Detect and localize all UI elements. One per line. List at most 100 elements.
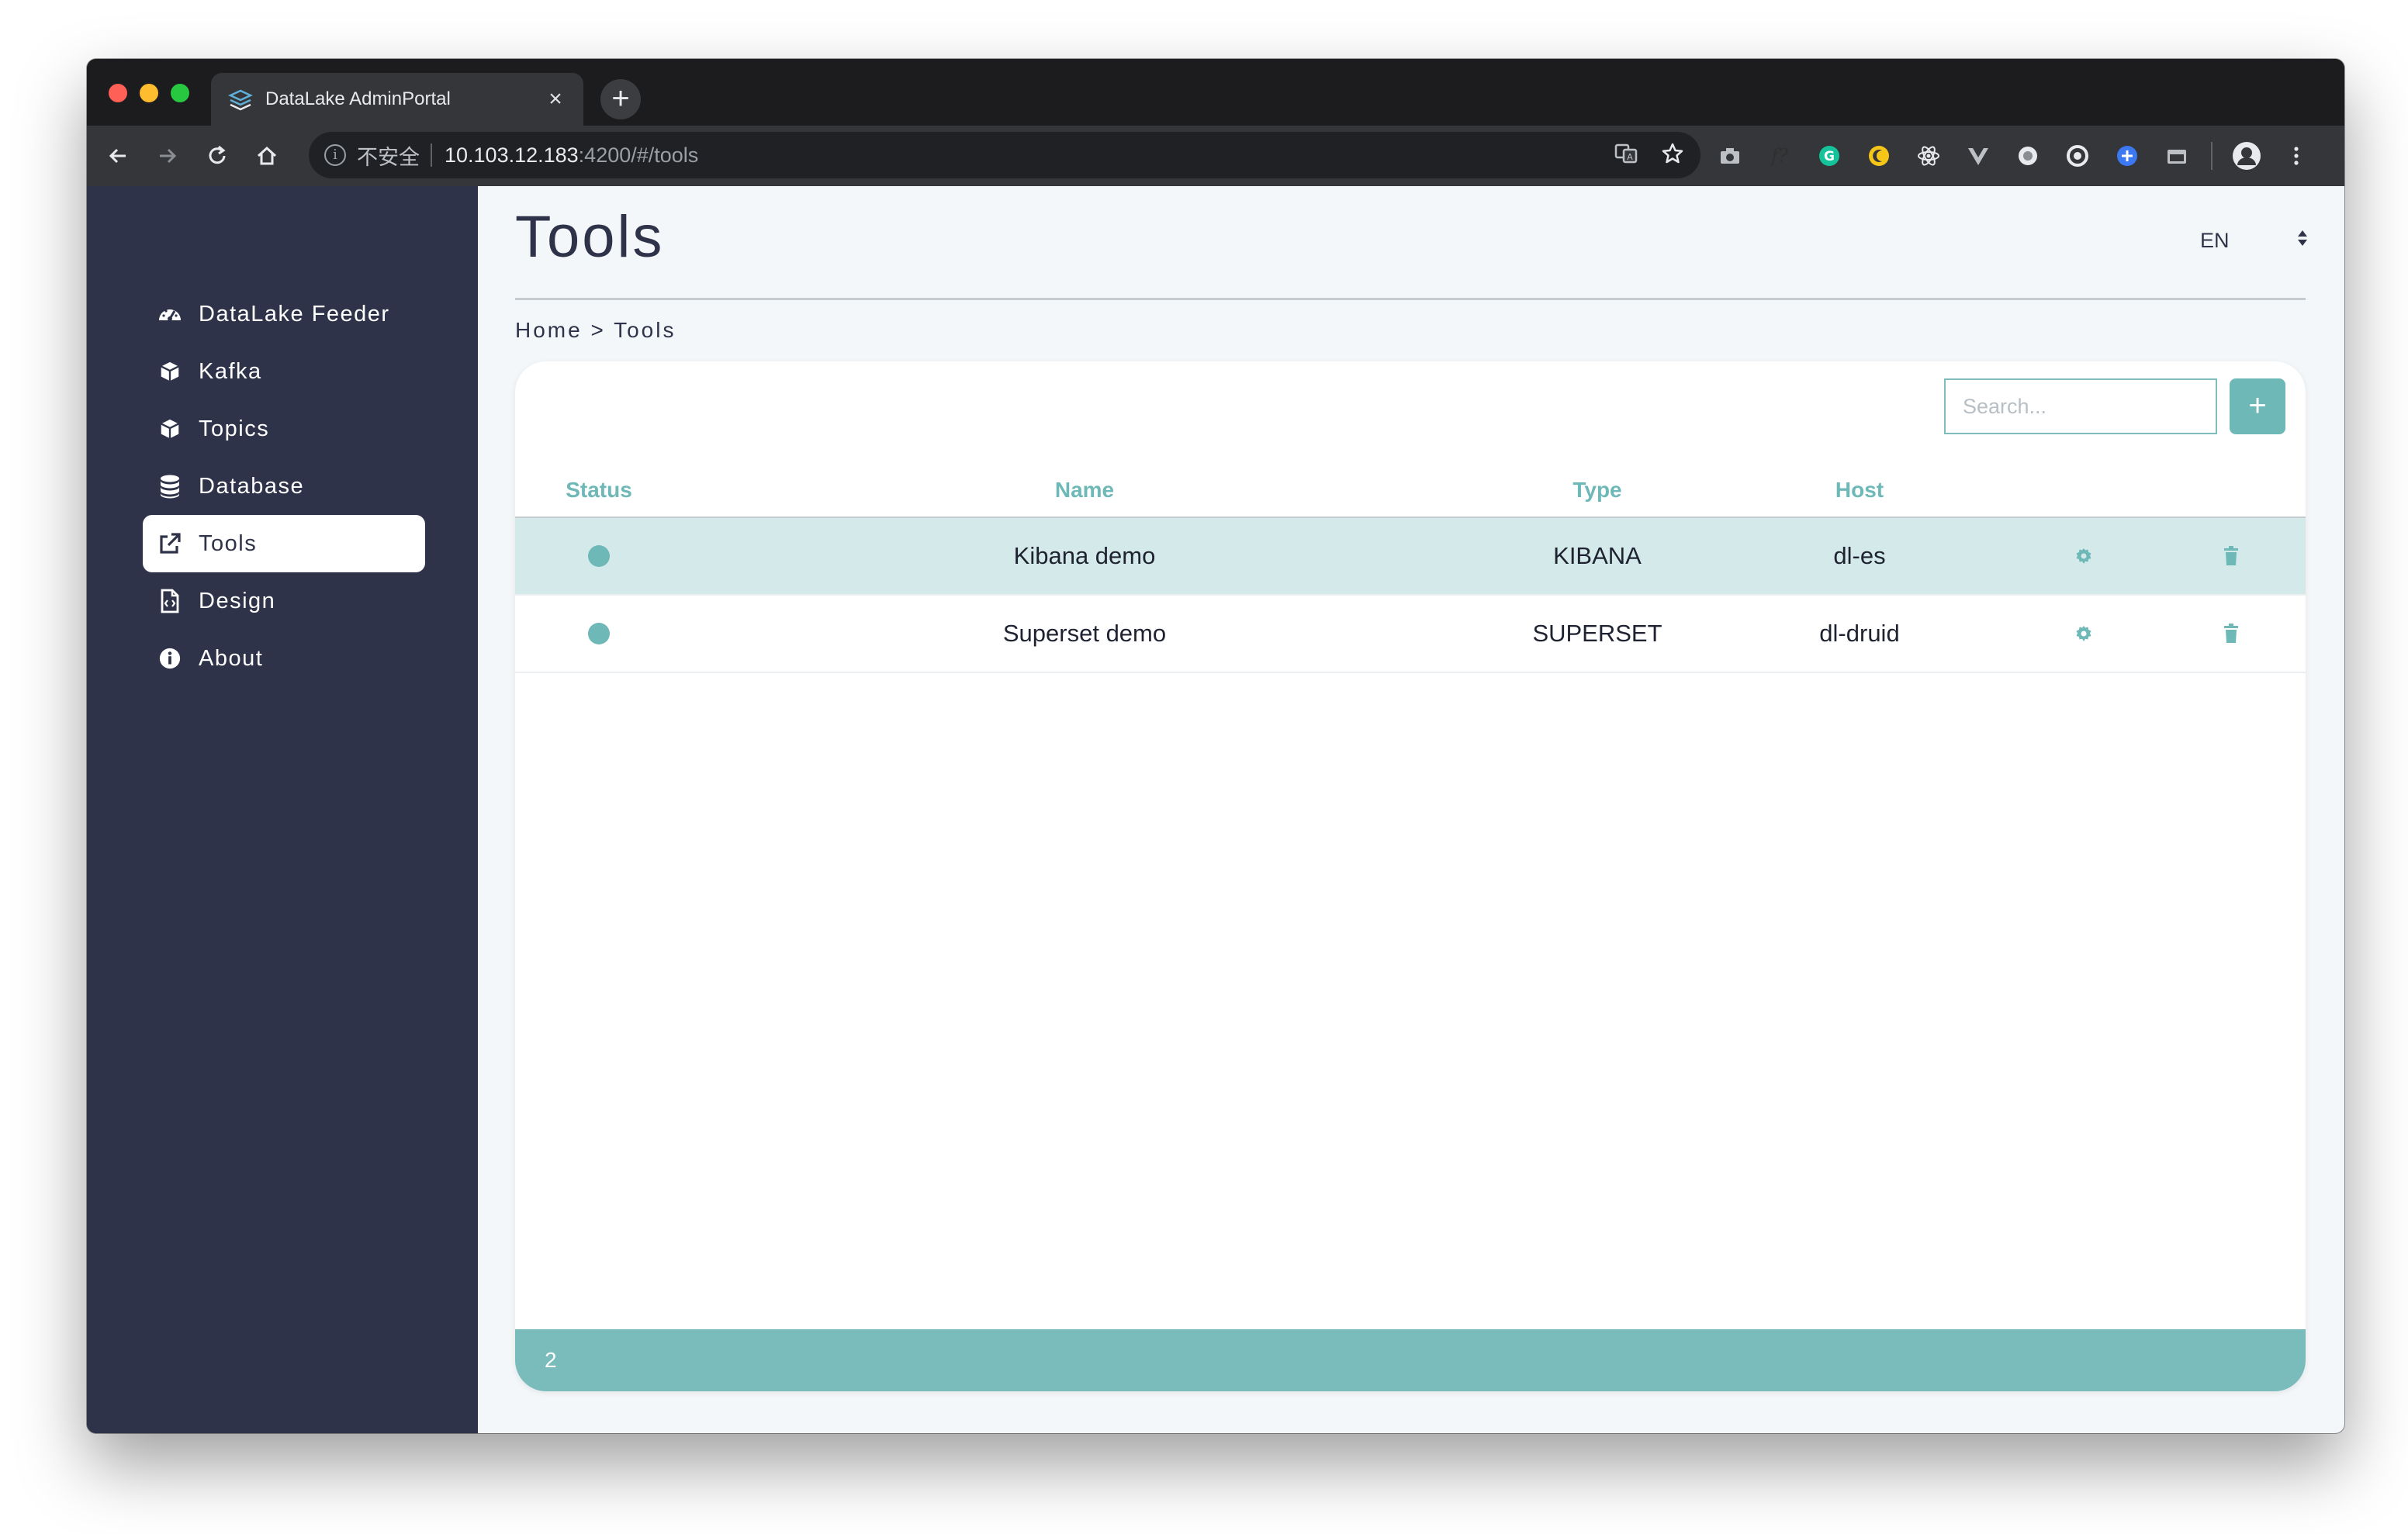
omnibox-actions: A xyxy=(1614,141,1685,170)
host-cell: dl-es xyxy=(1833,542,1886,569)
table-footer-count: 2 xyxy=(515,1329,2306,1391)
breadcrumb: Home > Tools xyxy=(515,318,676,342)
page-title: Tools xyxy=(515,204,665,270)
profile-avatar-icon[interactable] xyxy=(2222,131,2271,181)
window-extension-icon[interactable] xyxy=(2152,131,2202,181)
sidebar-item-kafka[interactable]: Kafka xyxy=(143,343,425,400)
home-button[interactable] xyxy=(242,131,292,181)
type-cell: KIBANA xyxy=(1553,542,1642,569)
sidebar-item-design[interactable]: Design xyxy=(143,572,425,630)
main-content: Tools EN Home > Tools + Status Name Type… xyxy=(478,186,2344,1433)
record-extension-icon[interactable] xyxy=(2003,131,2053,181)
table-row[interactable]: Kibana demo KIBANA dl-es xyxy=(515,518,2306,596)
column-header-type[interactable]: Type xyxy=(1572,478,1621,503)
add-tool-button[interactable]: + xyxy=(2230,378,2285,434)
sidebar-menu: DataLake Feeder Kafka Topics Database To… xyxy=(143,285,425,687)
toolbar-separator xyxy=(2211,142,2213,170)
language-value: EN xyxy=(2200,228,2230,252)
forward-button[interactable] xyxy=(143,131,192,181)
camera-extension-icon[interactable] xyxy=(1705,131,1755,181)
sidebar-item-datalake-feeder[interactable]: DataLake Feeder xyxy=(143,285,425,343)
function-extension-icon[interactable]: f? xyxy=(1755,131,1804,181)
url-path: :4200/#/tools xyxy=(578,143,699,167)
sidebar-item-label: Tools xyxy=(199,530,258,556)
tab-title: DataLake AdminPortal xyxy=(265,88,451,109)
sidebar-item-topics[interactable]: Topics xyxy=(143,400,425,458)
back-button[interactable] xyxy=(93,131,143,181)
info-icon[interactable]: i xyxy=(324,144,346,166)
address-bar[interactable]: i 不安全 10.103.12.183:4200/#/tools A xyxy=(309,132,1700,178)
sidebar-item-label: Design xyxy=(199,588,276,613)
plus-extension-icon[interactable] xyxy=(2102,131,2152,181)
extensions-area: f? G xyxy=(1705,126,2321,186)
url-host: 10.103.12.183 xyxy=(445,143,579,167)
maximize-window-button[interactable] xyxy=(171,84,189,102)
browser-menu-icon[interactable] xyxy=(2271,131,2321,181)
column-header-status[interactable]: Status xyxy=(566,478,632,503)
tachometer-icon xyxy=(157,301,183,327)
minimize-window-button[interactable] xyxy=(140,84,158,102)
title-divider xyxy=(515,298,2306,300)
sidebar-item-label: About xyxy=(199,645,264,671)
cube-icon xyxy=(157,358,183,385)
name-cell: Kibana demo xyxy=(1013,542,1156,569)
settings-gear-icon[interactable] xyxy=(2071,621,2096,646)
sidebar-item-tools[interactable]: Tools xyxy=(143,515,425,572)
sidebar-item-label: Database xyxy=(199,473,305,499)
sidebar-item-label: DataLake Feeder xyxy=(199,301,390,326)
column-header-name[interactable]: Name xyxy=(1055,478,1114,503)
browser-tab[interactable]: DataLake AdminPortal × xyxy=(211,73,583,126)
table-row[interactable]: Superset demo SUPERSET dl-druid xyxy=(515,596,2306,673)
translate-icon[interactable]: A xyxy=(1614,141,1638,170)
type-cell: SUPERSET xyxy=(1532,620,1662,647)
sidebar-item-label: Kafka xyxy=(199,358,262,384)
svg-text:G: G xyxy=(1824,149,1835,164)
tab-close-icon[interactable]: × xyxy=(543,86,568,112)
circle-extension-icon[interactable] xyxy=(2053,131,2102,181)
svg-text:f?: f? xyxy=(1770,145,1788,167)
search-input[interactable] xyxy=(1944,378,2217,434)
delete-trash-icon[interactable] xyxy=(2219,544,2244,568)
table-header: Status Name Type Host xyxy=(515,465,2306,518)
language-select[interactable]: EN xyxy=(2200,225,2309,256)
arrow-left-icon xyxy=(109,148,126,164)
arrow-right-icon xyxy=(160,148,177,164)
new-tab-button[interactable]: + xyxy=(600,79,641,119)
bookmark-star-icon[interactable] xyxy=(1660,141,1685,170)
reload-icon xyxy=(209,145,226,164)
column-header-host[interactable]: Host xyxy=(1835,478,1884,503)
status-dot-icon xyxy=(588,545,610,567)
svg-text:A: A xyxy=(1627,152,1633,162)
reload-button[interactable] xyxy=(192,131,242,181)
close-window-button[interactable] xyxy=(109,84,127,102)
datalake-logo-icon xyxy=(227,85,254,113)
cube-icon xyxy=(157,416,183,442)
external-link-icon xyxy=(157,530,183,557)
sort-arrows-icon xyxy=(2296,227,2309,254)
sidebar-item-label: Topics xyxy=(199,416,270,441)
tools-card: + Status Name Type Host Kibana demo KIBA… xyxy=(515,361,2306,1391)
grammarly-extension-icon[interactable]: G xyxy=(1804,131,1854,181)
sidebar: DataLake Feeder Kafka Topics Database To… xyxy=(87,186,478,1433)
host-cell: dl-druid xyxy=(1819,620,1900,647)
browser-toolbar: i 不安全 10.103.12.183:4200/#/tools A f? G xyxy=(87,126,2344,186)
sidebar-item-about[interactable]: About xyxy=(143,630,425,687)
settings-gear-icon[interactable] xyxy=(2071,544,2096,568)
sidebar-item-database[interactable]: Database xyxy=(143,458,425,515)
delete-trash-icon[interactable] xyxy=(2219,621,2244,646)
vue-devtools-icon[interactable] xyxy=(1953,131,2003,181)
status-cell xyxy=(588,545,610,567)
browser-window: DataLake AdminPortal × + i 不安全 10.103.12… xyxy=(87,59,2344,1433)
security-label: 不安全 xyxy=(357,145,420,169)
home-icon xyxy=(257,146,277,165)
url-text[interactable]: 10.103.12.183:4200/#/tools xyxy=(445,143,1614,168)
page-content: DataLake Feeder Kafka Topics Database To… xyxy=(87,186,2344,1433)
react-devtools-icon[interactable] xyxy=(1904,131,1953,181)
status-cell xyxy=(588,623,610,644)
status-dot-icon xyxy=(588,623,610,644)
moon-extension-icon[interactable] xyxy=(1854,131,1904,181)
address-separator xyxy=(431,143,432,167)
info-circle-icon xyxy=(157,645,183,672)
file-code-icon xyxy=(157,588,183,614)
database-icon xyxy=(157,473,183,499)
